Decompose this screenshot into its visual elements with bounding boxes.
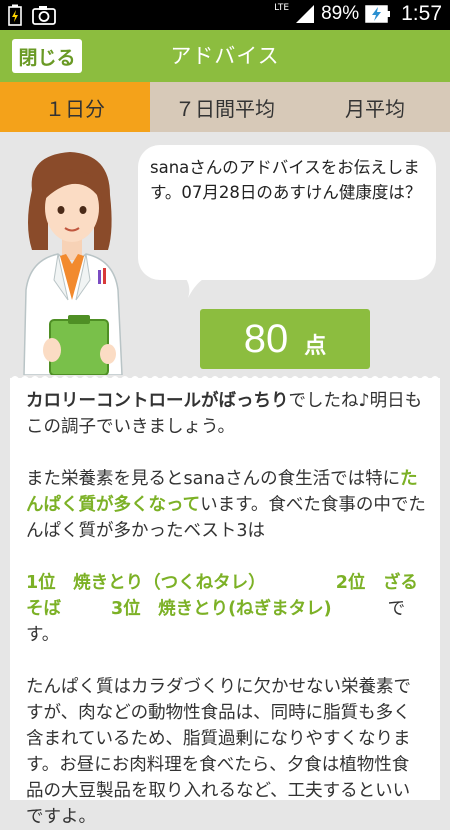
lte-indicator: LTE	[274, 3, 290, 13]
rank-item-3: 3位 焼きとり(ねぎまタレ)	[111, 599, 332, 619]
speech-bubble: sanaさんのアドバイスをお伝えします。07月28日のあすけん健康度は？	[138, 145, 436, 280]
advice-text-span: また栄養素を見るとsanaさんの食生活では特に	[26, 469, 401, 489]
advisor-avatar	[23, 152, 123, 375]
camera-icon	[32, 6, 56, 25]
tab-7-day-average[interactable]: ７日間平均	[150, 82, 300, 132]
advice-paragraph-2: また栄養素を見るとsanaさんの食生活では特にたんぱく質が多くなっています。食べ…	[26, 466, 426, 544]
signal-icon	[296, 5, 315, 23]
clock: 1:57	[401, 2, 442, 25]
speech-bubble-tail	[184, 276, 208, 298]
tab-1-day[interactable]: １日分	[0, 82, 150, 132]
period-tabs: １日分 ７日間平均 月平均	[0, 82, 450, 132]
page-title: アドバイス	[170, 44, 280, 68]
battery-charging-notification-icon	[8, 4, 22, 26]
health-score-unit: 点	[304, 334, 327, 359]
app-header: 閉じる アドバイス	[0, 30, 450, 82]
card-scalloped-edge	[10, 376, 440, 380]
advice-paragraph-4: たんぱく質はカラダづくりに欠かせない栄養素ですが、肉などの動物性食品は、同時に脂…	[26, 677, 411, 827]
health-score-box: 80 点	[200, 309, 370, 369]
advice-ranking: 1位 焼きとり（つくねタレ） 2位 ざるそば 3位 焼きとり(ねぎまタレ) です。	[26, 570, 426, 648]
advice-card: カロリーコントロールがばっちりでしたね♪明日もこの調子でいきましょう。 また栄養…	[10, 376, 440, 827]
speech-bubble-text: sanaさんのアドバイスをお伝えします。07月28日のあすけん健康度は？	[150, 158, 422, 202]
battery-percent: 89%	[321, 3, 360, 24]
battery-icon	[365, 5, 391, 23]
advice-text: カロリーコントロールがばっちりでしたね♪明日もこの調子でいきましょう。 また栄養…	[10, 378, 440, 830]
advice-paragraph-1: カロリーコントロールがばっちりでしたね♪明日もこの調子でいきましょう。	[26, 388, 426, 440]
rank-item-1: 1位 焼きとり（つくねタレ）	[26, 573, 266, 593]
health-score-value: 80	[243, 316, 289, 361]
tab-monthly-average[interactable]: 月平均	[300, 82, 450, 132]
status-bar: LTE 89% 1:57	[0, 0, 450, 30]
advice-highlight-calorie: カロリーコントロールがばっちり	[26, 391, 289, 411]
